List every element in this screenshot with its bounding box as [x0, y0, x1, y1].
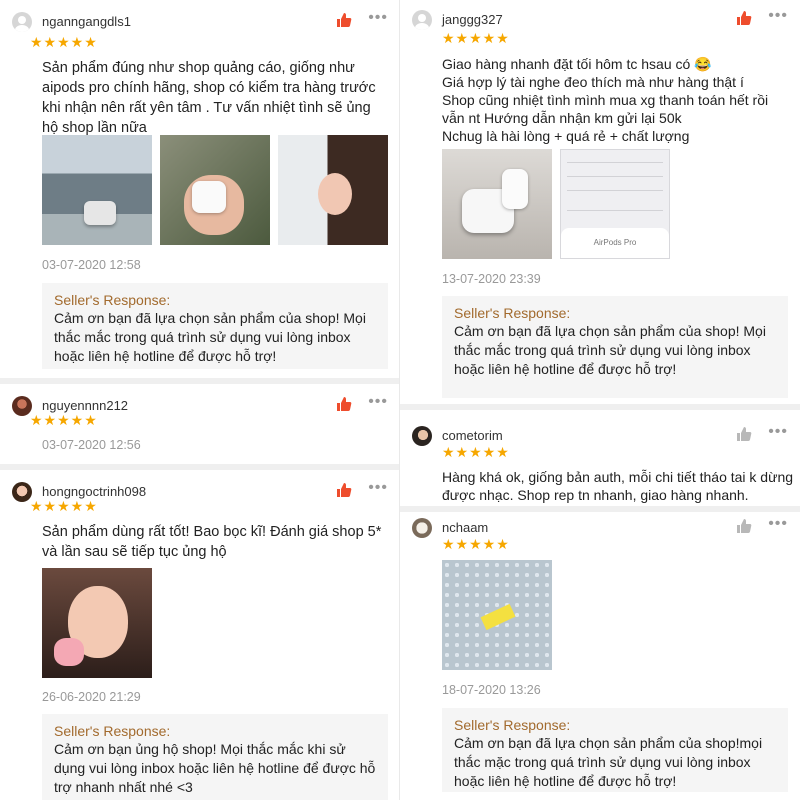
avatar[interactable] [412, 426, 432, 446]
review-card: cometorim ••• ★★★★★ Hàng khá ok, giống b… [400, 410, 800, 506]
star-rating: ★★★★★ [30, 412, 98, 428]
review-card: janggg327 ••• ★★★★★ Giao hàng nhanh đặt … [400, 0, 800, 404]
review-text-line: Giao hàng nhanh đặt tối hôm tc hsau có 😂 [442, 56, 712, 72]
more-dots-icon[interactable]: ••• [768, 8, 788, 24]
thumbs-up-icon[interactable] [336, 482, 352, 498]
review-date: 13-07-2020 23:39 [442, 272, 541, 286]
review-photo[interactable] [278, 135, 388, 245]
response-text: Cảm ơn bạn đã lựa chọn sản phẩm của shop… [54, 310, 366, 364]
response-title: Seller's Response: [54, 723, 171, 739]
username[interactable]: janggg327 [442, 12, 503, 27]
thumbs-up-icon[interactable] [736, 518, 752, 534]
left-review-column: nganngangdls1 ••• ★★★★★ Sản phẩm đúng nh… [0, 0, 400, 800]
review-date: 18-07-2020 13:26 [442, 683, 541, 697]
review-date: 03-07-2020 12:56 [42, 438, 141, 452]
avatar[interactable] [12, 12, 32, 32]
thumbs-up-icon[interactable] [736, 426, 752, 442]
review-photo[interactable] [442, 149, 552, 259]
review-text-line: Giá hợp lý tài nghe đeo thích mà như hàn… [442, 74, 744, 90]
seller-response: Seller's Response: Cảm ơn bạn ủng hộ sho… [42, 714, 388, 800]
review-photo[interactable]: AirPods Pro [560, 149, 670, 259]
star-rating: ★★★★★ [30, 34, 98, 50]
username[interactable]: hongngoctrinh098 [42, 484, 146, 499]
response-title: Seller's Response: [454, 717, 571, 733]
response-title: Seller's Response: [454, 305, 571, 321]
thumbs-up-icon[interactable] [336, 12, 352, 28]
review-header: nganngangdls1 ••• [12, 8, 388, 34]
star-rating: ★★★★★ [30, 498, 98, 514]
response-title: Seller's Response: [54, 292, 171, 308]
seller-response: Seller's Response: Cảm ơn bạn đã lựa chọ… [42, 283, 388, 369]
more-dots-icon[interactable]: ••• [368, 480, 388, 496]
username[interactable]: nganngangdls1 [42, 14, 131, 29]
more-dots-icon[interactable]: ••• [368, 394, 388, 410]
review-text-line: Shop cũng nhiệt tình mình mua xg thanh t… [442, 92, 769, 126]
review-text: Giao hàng nhanh đặt tối hôm tc hsau có 😂… [442, 55, 794, 145]
review-header: janggg327 ••• [412, 6, 788, 32]
phone-popup-label: AirPods Pro [561, 228, 669, 258]
review-text: Sản phẩm dùng rất tốt! Bao bọc kĩ! Đánh … [42, 524, 382, 560]
star-rating: ★★★★★ [442, 444, 510, 460]
response-text: Cảm ơn bạn đã lựa chọn sản phẩm của shop… [454, 735, 763, 789]
star-rating: ★★★★★ [442, 30, 510, 46]
review-text: Hàng khá ok, giống bản auth, mỗi chi tiế… [442, 469, 794, 503]
review-photo[interactable] [42, 568, 152, 678]
right-review-column: janggg327 ••• ★★★★★ Giao hàng nhanh đặt … [400, 0, 800, 800]
avatar[interactable] [412, 518, 432, 538]
username[interactable]: cometorim [442, 428, 503, 443]
avatar[interactable] [12, 482, 32, 502]
review-date: 03-07-2020 12:58 [42, 258, 141, 272]
avatar[interactable] [412, 10, 432, 30]
review-card: nchaam ••• ★★★★★ 18-07-2020 13:26 Seller… [400, 512, 800, 800]
more-dots-icon[interactable]: ••• [768, 516, 788, 532]
more-dots-icon[interactable]: ••• [768, 424, 788, 440]
review-text: Sản phẩm đúng như shop quảng cáo, giống … [42, 60, 376, 136]
review-date: 26-06-2020 21:29 [42, 690, 141, 704]
star-rating: ★★★★★ [442, 536, 510, 552]
review-photo[interactable] [160, 135, 270, 245]
review-photo[interactable] [442, 560, 552, 670]
more-dots-icon[interactable]: ••• [368, 10, 388, 26]
username[interactable]: nchaam [442, 520, 488, 535]
avatar[interactable] [12, 396, 32, 416]
review-card: hongngoctrinh098 ••• ★★★★★ Sản phẩm dùng… [0, 470, 400, 800]
response-text: Cảm ơn bạn đã lựa chọn sản phẩm của shop… [454, 323, 766, 377]
response-text: Cảm ơn bạn ủng hộ shop! Mọi thắc mắc khi… [54, 741, 376, 795]
thumbs-up-icon[interactable] [336, 396, 352, 412]
review-text-line: Nchug là hài lòng + quá rẻ + chất lượng [442, 128, 690, 144]
seller-response: Seller's Response: Cảm ơn bạn đã lựa chọ… [442, 296, 788, 398]
username[interactable]: nguyennnn212 [42, 398, 128, 413]
review-photo[interactable] [42, 135, 152, 245]
thumbs-up-icon[interactable] [736, 10, 752, 26]
seller-response: Seller's Response: Cảm ơn bạn đã lựa chọ… [442, 708, 788, 792]
review-card: nganngangdls1 ••• ★★★★★ Sản phẩm đúng nh… [0, 0, 400, 378]
review-card: nguyennnn212 ••• ★★★★★ 03-07-2020 12:56 [0, 384, 400, 464]
